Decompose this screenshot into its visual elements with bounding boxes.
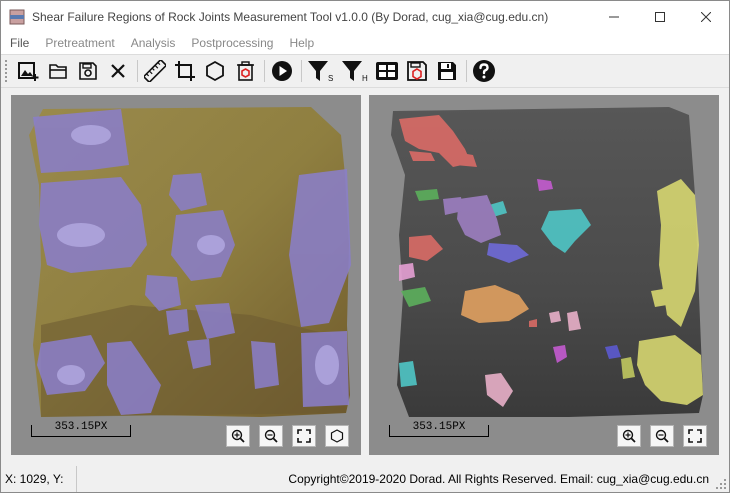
menu-help[interactable]: Help [281, 36, 322, 50]
zoom-in-icon [231, 429, 245, 443]
menu-analysis[interactable]: Analysis [123, 36, 184, 50]
status-bar: X: 1029, Y: 253 Copyright©2019-2020 Dora… [1, 466, 729, 492]
save-region-icon [407, 61, 427, 81]
open-folder-icon [49, 64, 67, 79]
app-window: Shear Failure Regions of Rock Joints Mea… [0, 0, 730, 493]
table-button[interactable] [374, 58, 400, 84]
close-button[interactable] [683, 1, 729, 32]
crop-icon [175, 61, 195, 81]
open-image-button[interactable] [15, 58, 41, 84]
original-image-view[interactable]: 353.15PX [11, 95, 361, 455]
view-controls [217, 425, 349, 447]
toolbar: S H [1, 54, 729, 88]
save-region-button[interactable] [404, 58, 430, 84]
toolbar-grip [5, 60, 9, 82]
help-icon [473, 60, 495, 82]
menu-bar: File Pretreatment Analysis Postprocessin… [1, 32, 729, 54]
maximize-button[interactable] [637, 1, 683, 32]
ruler-button[interactable] [142, 58, 168, 84]
save-result-icon [438, 62, 456, 80]
filter-s-button[interactable]: S [306, 58, 336, 84]
window-title: Shear Failure Regions of Rock Joints Mea… [32, 9, 549, 24]
fit-view-button[interactable] [683, 425, 707, 447]
scale-bar: 353.15PX [389, 421, 489, 437]
hexagon-icon [330, 429, 344, 443]
menu-pretreatment[interactable]: Pretreatment [37, 36, 122, 50]
crop-button[interactable] [172, 58, 198, 84]
zoom-out-button[interactable] [259, 425, 283, 447]
filter-h-button[interactable]: H [340, 58, 370, 84]
help-button[interactable] [471, 58, 497, 84]
polygon-select-button[interactable] [325, 425, 349, 447]
fit-view-button[interactable] [292, 425, 316, 447]
open-image-icon [18, 62, 39, 81]
cursor-coordinates: X: 1029, Y: 253 [1, 466, 77, 492]
result-image-view[interactable]: 353.15PX [369, 95, 719, 455]
run-button[interactable] [269, 58, 295, 84]
minimize-icon [609, 16, 619, 17]
toolbar-separator [264, 60, 265, 82]
zoom-out-icon [655, 429, 669, 443]
svg-text:H: H [362, 74, 368, 83]
close-icon [701, 11, 711, 22]
ruler-icon [144, 60, 166, 82]
zoom-in-icon [622, 429, 636, 443]
polygon-button[interactable] [202, 58, 228, 84]
toolbar-separator [301, 60, 302, 82]
window-controls [591, 1, 729, 32]
scale-label: 353.15PX [54, 421, 108, 433]
shear-regions-result-image [391, 107, 703, 417]
zoom-out-icon [264, 429, 278, 443]
title-bar: Shear Failure Regions of Rock Joints Mea… [1, 1, 729, 32]
clear-selection-icon [237, 61, 254, 81]
zoom-out-button[interactable] [650, 425, 674, 447]
scale-bar: 353.15PX [31, 421, 131, 437]
open-folder-button[interactable] [45, 58, 71, 84]
fit-icon [688, 429, 702, 443]
run-icon [272, 61, 292, 81]
resize-grip-icon[interactable] [715, 478, 727, 490]
save-result-button[interactable] [434, 58, 460, 84]
hexagon-icon [206, 60, 224, 82]
zoom-in-button[interactable] [226, 425, 250, 447]
filter-h-icon: H [342, 61, 368, 83]
minimize-button[interactable] [591, 1, 637, 32]
fit-icon [297, 429, 311, 443]
zoom-in-button[interactable] [617, 425, 641, 447]
maximize-icon [655, 11, 665, 22]
svg-text:S: S [328, 74, 333, 83]
scale-label: 353.15PX [412, 421, 466, 433]
rock-joint-image-overlay [29, 107, 351, 417]
menu-file[interactable]: File [1, 36, 37, 50]
menu-postprocessing[interactable]: Postprocessing [183, 36, 281, 50]
toolbar-separator [137, 60, 138, 82]
close-icon [111, 64, 125, 78]
table-icon [376, 62, 398, 80]
filter-s-icon: S [308, 61, 333, 83]
close-image-button[interactable] [105, 58, 131, 84]
toolbar-separator [466, 60, 467, 82]
app-icon [9, 9, 25, 24]
save-button[interactable] [75, 58, 101, 84]
view-controls [608, 425, 707, 447]
save-icon [79, 62, 97, 80]
copyright-text: Copyright©2019-2020 Dorad. All Rights Re… [288, 472, 709, 486]
clear-selection-button[interactable] [232, 58, 258, 84]
